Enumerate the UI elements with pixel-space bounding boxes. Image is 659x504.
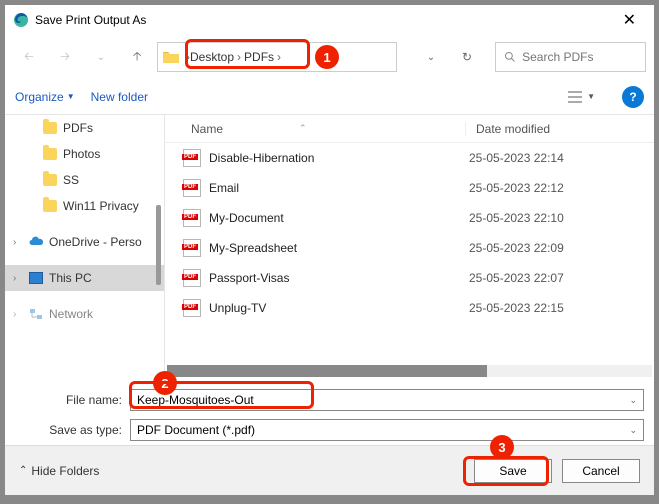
scrollbar-thumb[interactable] [167, 365, 487, 377]
chevron-right-icon: › [13, 309, 23, 320]
footer: ⌃Hide Folders 3 Save Cancel [5, 445, 654, 495]
col-name[interactable]: Name⌃ [165, 122, 465, 136]
view-options[interactable]: ▼ [562, 87, 600, 107]
chevron-down-icon[interactable]: ⌄ [629, 395, 637, 406]
tree-item-photos[interactable]: Photos [5, 141, 164, 167]
network-icon [29, 308, 43, 320]
breadcrumb: Desktop › PDFs › [190, 50, 281, 64]
tree-item-thispc[interactable]: ›This PC [5, 265, 164, 291]
folder-icon [162, 49, 180, 65]
file-name: My-Spreadsheet [209, 241, 469, 255]
file-date: 25-05-2023 22:14 [469, 151, 564, 165]
chevron-right-icon: › [237, 50, 241, 64]
save-dialog: Save Print Output As ✕ 🡠 🡢 ⌄ 🡡 › Desktop… [4, 4, 655, 496]
folder-icon [43, 174, 57, 186]
help-button[interactable]: ? [622, 86, 644, 108]
history-dropdown[interactable]: ⌄ [415, 42, 447, 72]
tree-item-pdfs[interactable]: PDFs [5, 115, 164, 141]
chevron-up-icon: ⌃ [19, 465, 27, 476]
crumb-pdfs[interactable]: PDFs [244, 50, 274, 64]
file-date: 25-05-2023 22:15 [469, 301, 564, 315]
pdf-icon [183, 149, 201, 167]
file-date: 25-05-2023 22:10 [469, 211, 564, 225]
file-name: Email [209, 181, 469, 195]
saveas-label: Save as type: [15, 423, 130, 437]
file-list: Name⌃ Date modified Disable-Hibernation2… [165, 115, 654, 377]
file-row[interactable]: Email25-05-2023 22:12 [165, 173, 654, 203]
folder-icon [43, 200, 57, 212]
column-headers: Name⌃ Date modified [165, 115, 654, 143]
file-date: 25-05-2023 22:12 [469, 181, 564, 195]
form-area: 2 File name: Keep-Mosquitoes-Out⌄ Save a… [5, 377, 654, 443]
file-date: 25-05-2023 22:07 [469, 271, 564, 285]
pdf-icon [183, 239, 201, 257]
back-button[interactable]: 🡠 [13, 42, 45, 72]
tree-item-win11[interactable]: Win11 Privacy [5, 193, 164, 219]
recent-dropdown[interactable]: ⌄ [85, 42, 117, 72]
search-icon [504, 50, 516, 64]
cancel-button[interactable]: Cancel [562, 459, 640, 483]
save-button[interactable]: Save [474, 459, 552, 483]
search-box[interactable] [495, 42, 646, 72]
refresh-button[interactable]: ↻ [451, 42, 483, 72]
sort-up-icon: ⌃ [299, 123, 307, 134]
tree-item-network[interactable]: ›Network [5, 301, 164, 327]
address-bar[interactable]: › Desktop › PDFs › [157, 42, 397, 72]
chevron-right-icon: › [13, 273, 23, 284]
tree-item-ss[interactable]: SS [5, 167, 164, 193]
file-row[interactable]: Disable-Hibernation25-05-2023 22:14 [165, 143, 654, 173]
cloud-icon [29, 236, 43, 248]
file-row[interactable]: My-Spreadsheet25-05-2023 22:09 [165, 233, 654, 263]
scrollbar[interactable] [156, 205, 161, 285]
new-folder-button[interactable]: New folder [91, 90, 148, 104]
saveas-dropdown[interactable]: PDF Document (*.pdf)⌄ [130, 419, 644, 441]
crumb-desktop[interactable]: Desktop [190, 50, 234, 64]
scrollbar-horizontal[interactable] [167, 365, 652, 377]
monitor-icon [29, 272, 43, 284]
toolbar: Organize▼ New folder ▼ ? [5, 79, 654, 115]
folder-tree: PDFs Photos SS Win11 Privacy ›OneDrive -… [5, 115, 165, 377]
chevron-down-icon[interactable]: ⌄ [629, 425, 637, 436]
up-button[interactable]: 🡡 [121, 42, 153, 72]
pdf-icon [183, 269, 201, 287]
pdf-icon [183, 209, 201, 227]
pdf-icon [183, 179, 201, 197]
edge-icon [13, 12, 29, 28]
file-row[interactable]: Passport-Visas25-05-2023 22:07 [165, 263, 654, 293]
chevron-right-icon: › [277, 50, 281, 64]
file-name: Passport-Visas [209, 271, 469, 285]
filename-label: File name: [15, 393, 130, 407]
hide-folders-button[interactable]: ⌃Hide Folders [19, 464, 99, 478]
close-button[interactable]: ✕ [613, 10, 646, 30]
file-name: Unplug-TV [209, 301, 469, 315]
chevron-right-icon: › [13, 237, 23, 248]
file-row[interactable]: Unplug-TV25-05-2023 22:15 [165, 293, 654, 323]
folder-icon [43, 148, 57, 160]
navbar: 🡠 🡢 ⌄ 🡡 › Desktop › PDFs › 1 ⌄ ↻ [5, 35, 654, 79]
forward-button[interactable]: 🡢 [49, 42, 81, 72]
file-row[interactable]: My-Document25-05-2023 22:10 [165, 203, 654, 233]
window-title: Save Print Output As [35, 13, 613, 27]
folder-icon [43, 122, 57, 134]
titlebar: Save Print Output As ✕ [5, 5, 654, 35]
filename-input[interactable]: Keep-Mosquitoes-Out⌄ [130, 389, 644, 411]
organize-menu[interactable]: Organize▼ [15, 90, 75, 104]
list-icon [567, 90, 583, 104]
tree-item-onedrive[interactable]: ›OneDrive - Perso [5, 229, 164, 255]
file-name: My-Document [209, 211, 469, 225]
col-date[interactable]: Date modified [465, 122, 654, 136]
file-date: 25-05-2023 22:09 [469, 241, 564, 255]
file-name: Disable-Hibernation [209, 151, 469, 165]
search-input[interactable] [522, 50, 637, 64]
pdf-icon [183, 299, 201, 317]
